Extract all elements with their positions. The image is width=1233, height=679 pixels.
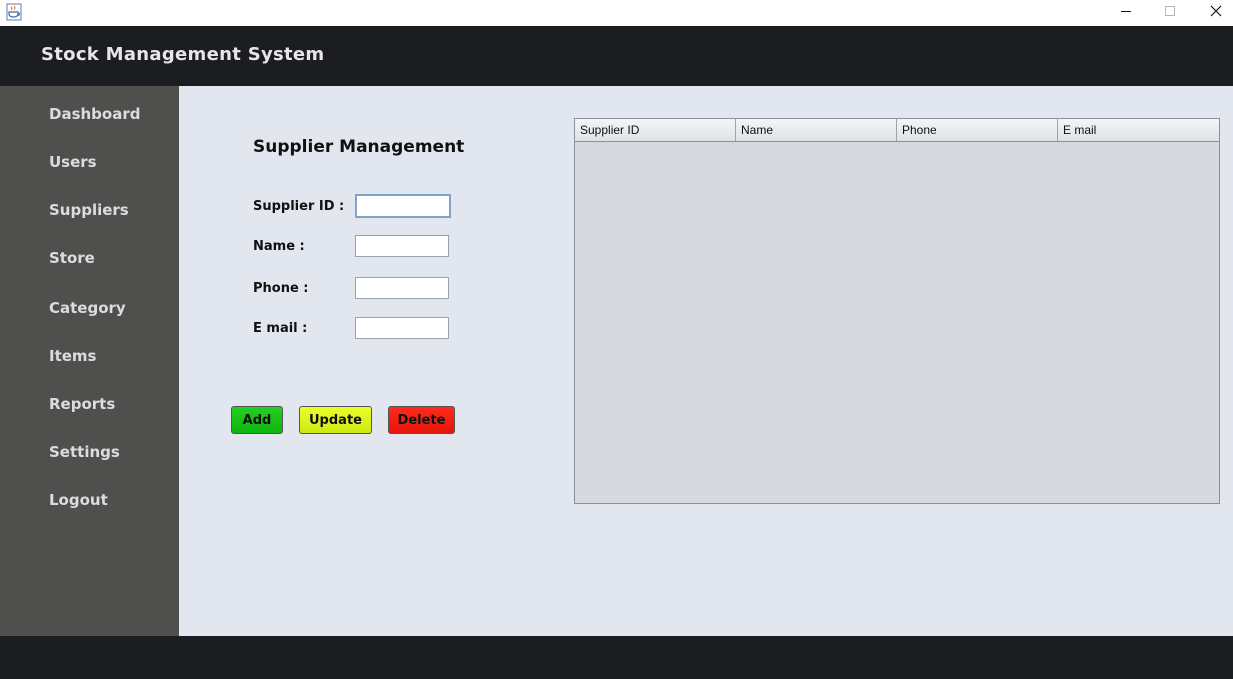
table-body[interactable] [575,142,1219,503]
supplier-id-label: Supplier ID : [253,199,345,214]
delete-button[interactable]: Delete [388,406,455,434]
name-input[interactable] [355,235,449,257]
supplier-table[interactable]: Supplier ID Name Phone E mail [574,118,1220,504]
app-header: Stock Management System [0,26,1233,86]
sidebar-item-logout[interactable]: Logout [49,491,108,509]
column-header-phone[interactable]: Phone [897,119,1058,141]
sidebar-item-settings[interactable]: Settings [49,443,120,461]
app-footer [0,636,1233,679]
sidebar: Dashboard Users Suppliers Store Category… [0,86,179,636]
minimize-button[interactable] [1103,0,1149,22]
maximize-icon [1165,6,1175,16]
sidebar-item-category[interactable]: Category [49,299,126,317]
close-icon [1210,5,1222,17]
sidebar-item-items[interactable]: Items [49,347,96,365]
sidebar-item-dashboard[interactable]: Dashboard [49,105,140,123]
column-header-name[interactable]: Name [736,119,897,141]
update-button[interactable]: Update [299,406,372,434]
java-cup-icon [6,3,22,21]
phone-label: Phone : [253,281,309,296]
sidebar-item-store[interactable]: Store [49,249,95,267]
sidebar-item-users[interactable]: Users [49,153,97,171]
column-header-supplier-id[interactable]: Supplier ID [575,119,736,141]
maximize-button[interactable] [1147,0,1193,22]
email-input[interactable] [355,317,449,339]
name-label: Name : [253,239,305,254]
sidebar-item-reports[interactable]: Reports [49,395,115,413]
app-title: Stock Management System [41,44,325,65]
close-button[interactable] [1193,0,1233,22]
window-titlebar [0,0,1233,26]
sidebar-item-suppliers[interactable]: Suppliers [49,201,129,219]
email-label: E mail : [253,321,308,336]
phone-input[interactable] [355,277,449,299]
minimize-icon [1121,11,1131,12]
table-header: Supplier ID Name Phone E mail [575,119,1219,142]
page-title: Supplier Management [253,137,465,157]
add-button[interactable]: Add [231,406,283,434]
supplier-id-input[interactable] [355,194,451,218]
column-header-email[interactable]: E mail [1058,119,1219,141]
